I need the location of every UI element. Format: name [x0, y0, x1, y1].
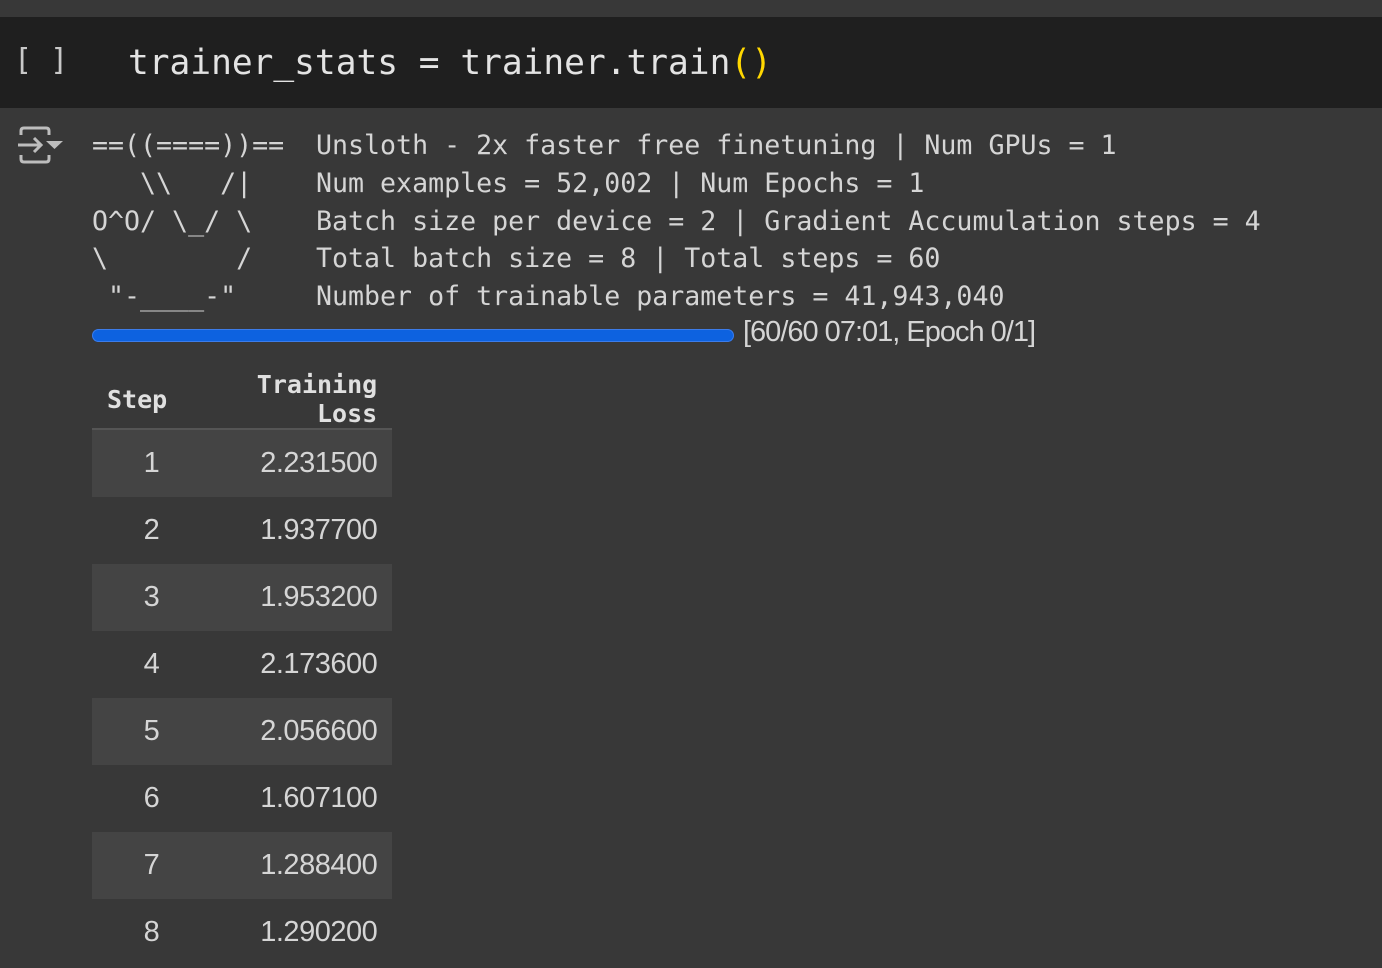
step-cell: 4 [143, 648, 160, 680]
run-cell-button[interactable]: [ ] [14, 43, 68, 78]
step-cell: 7 [92, 832, 183, 899]
progress-fill [92, 329, 734, 342]
code-line[interactable]: trainer_stats = trainer.train() [128, 38, 772, 88]
progress-text: [60/60 07:01, Epoch 0/1] [743, 316, 1036, 348]
output-collapse-icon[interactable] [17, 126, 65, 164]
loss-cell: 1.290200 [260, 916, 378, 948]
loss-cell: 2.056600 [182, 698, 393, 765]
art-line: O^O/ \_/ \ [92, 205, 253, 237]
code-text: trainer_stats = trainer.train [128, 43, 731, 83]
header-step: Step [92, 370, 183, 430]
code-paren-open: ( [730, 43, 752, 83]
top-strip [0, 0, 1382, 17]
code-cell[interactable]: [ ] trainer_stats = trainer.train() [0, 17, 1382, 108]
code-paren-close: ) [751, 43, 772, 83]
loss-cell: 2.173600 [260, 648, 378, 680]
step-cell: 6 [143, 782, 160, 814]
header-training-loss: Training Loss [182, 370, 393, 430]
info-line: Total batch size = 8 | Total steps = 60 [316, 243, 941, 275]
info-line: Batch size per device = 2 | Gradient Acc… [316, 205, 1261, 237]
training-loss-table: Step Training Loss 1 2.231500 2 1.937700 3 1.… [92, 370, 393, 966]
table-row: 6 1.607100 [92, 765, 392, 832]
table-header: Step Training Loss [92, 370, 393, 430]
info-line: Num examples = 52,002 | Num Epochs = 1 [316, 167, 925, 199]
table-row: 7 1.288400 [92, 832, 393, 899]
step-cell: 5 [92, 698, 183, 765]
step-cell: 3 [92, 564, 183, 631]
step-cell: 2 [143, 514, 160, 546]
loss-cell: 1.937700 [260, 514, 378, 546]
table-row: 4 2.173600 [92, 631, 392, 698]
table-row: 1 2.231500 [92, 429, 393, 497]
loss-cell: 1.953200 [182, 564, 393, 631]
training-info: Unsloth - 2x faster free finetuning | Nu… [316, 127, 1261, 316]
info-line: Unsloth - 2x faster free finetuning | Nu… [316, 130, 1117, 161]
art-line: "-____-" [92, 281, 237, 313]
loss-cell: 1.607100 [260, 782, 378, 814]
art-line: \\ /| [92, 167, 253, 199]
info-line: Number of trainable parameters = 41,943,… [316, 281, 1005, 313]
loss-cell: 1.288400 [182, 832, 393, 899]
art-line: ==((====))== [92, 130, 285, 161]
table-row: 5 2.056600 [92, 698, 393, 765]
step-cell: 1 [92, 429, 183, 497]
art-line: \ / [92, 243, 253, 275]
table-row: 3 1.953200 [92, 564, 393, 631]
step-cell: 8 [143, 916, 160, 948]
training-progress-bar [92, 329, 734, 342]
loss-cell: 2.231500 [182, 429, 393, 497]
table-row: 8 1.290200 [92, 899, 392, 966]
table-row: 2 1.937700 [92, 497, 392, 564]
unsloth-ascii-art: ==((====))== \\ /| O^O/ \_/ \ \ / "-____-" [92, 127, 284, 316]
